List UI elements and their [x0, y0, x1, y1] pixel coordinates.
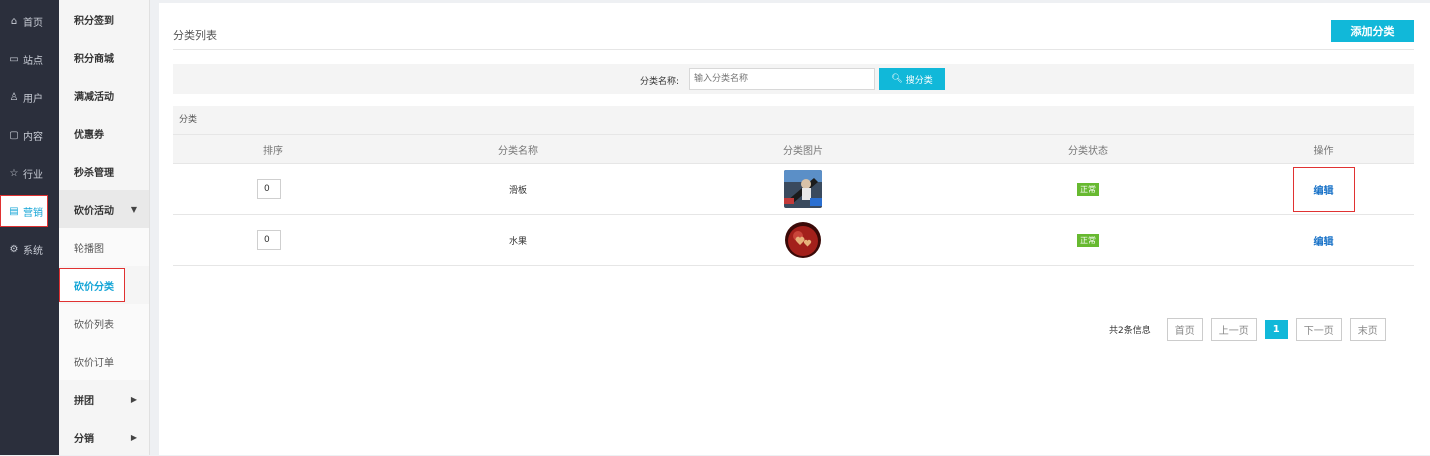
edit-link[interactable]: 编辑	[1314, 233, 1334, 248]
sub-item-label: 砍价分类	[74, 281, 114, 293]
main-panel: 分类列表 添加分类 分类名称: 🔍︎ 搜分类 分类 排序 分类名称 分类图片 分…	[159, 3, 1430, 455]
user-icon: ♙	[9, 91, 19, 103]
prev-page-button[interactable]: 上一页	[1210, 318, 1257, 341]
nav-item-label: 行业	[23, 169, 43, 181]
nav-item-label: 系统	[23, 245, 43, 257]
nav-item-label: 首页	[23, 17, 43, 29]
sub-item-points-mall[interactable]: 积分商城	[59, 38, 149, 76]
sub-item-label: 轮播图	[74, 243, 104, 255]
content-icon: ▢	[9, 129, 19, 141]
pagination: 共2条信息 首页 上一页 1 下一页 末页	[1109, 318, 1386, 341]
category-name: 水果	[508, 236, 527, 247]
sub-item-label: 砍价订单	[74, 357, 114, 369]
marketing-icon: ▤	[9, 205, 19, 217]
current-page[interactable]: 1	[1264, 320, 1288, 339]
caret-right-icon: ▶	[130, 432, 137, 442]
nav-item-user[interactable]: ♙ 用户	[0, 78, 59, 116]
sub-item-bargain-orders[interactable]: 砍价订单	[59, 342, 149, 380]
next-page-button[interactable]: 下一页	[1295, 318, 1342, 341]
nav-item-content[interactable]: ▢ 内容	[0, 116, 59, 154]
sub-item-label: 拼团	[74, 395, 94, 407]
sub-item-label: 秒杀管理	[74, 167, 114, 179]
category-table: 分类 排序 分类名称 分类图片 分类状态 操作 0 滑板 正常 编辑 0 水果 …	[173, 106, 1414, 266]
edit-highlight: 编辑	[1292, 166, 1355, 212]
edit-link[interactable]: 编辑	[1314, 186, 1334, 197]
apple-thumbnail	[785, 222, 821, 258]
sub-item-label: 砍价列表	[74, 319, 114, 331]
sub-item-flash-sale[interactable]: 秒杀管理	[59, 152, 149, 190]
column-header-name: 分类名称	[498, 145, 538, 157]
first-page-button[interactable]: 首页	[1166, 318, 1203, 341]
sort-input[interactable]: 0	[257, 230, 281, 250]
sub-item-carousel[interactable]: 轮播图	[59, 228, 149, 266]
table-caption: 分类	[173, 106, 1414, 135]
sub-item-points-checkin[interactable]: 积分签到	[59, 0, 149, 38]
sub-item-label: 满减活动	[74, 91, 114, 103]
sub-item-bargain-list[interactable]: 砍价列表	[59, 304, 149, 342]
sub-item-group-buy[interactable]: 拼团 ▶	[59, 380, 149, 418]
status-badge: 正常	[1077, 233, 1099, 247]
sort-input[interactable]: 0	[257, 179, 281, 199]
skateboard-thumbnail	[784, 170, 822, 208]
nav-item-site[interactable]: ▭ 站点	[0, 40, 59, 78]
nav-item-label: 内容	[23, 131, 43, 143]
sub-item-label: 积分签到	[74, 15, 114, 27]
add-category-button[interactable]: 添加分类	[1331, 20, 1414, 42]
nav-item-home[interactable]: ⌂ 首页	[0, 2, 59, 40]
table-header: 排序 分类名称 分类图片 分类状态 操作	[173, 135, 1414, 164]
nav-item-industry[interactable]: ☆ 行业	[0, 154, 59, 192]
column-header-image: 分类图片	[783, 145, 823, 157]
search-button-label: 搜分类	[905, 75, 933, 86]
caret-down-icon: ▼	[130, 204, 137, 214]
sub-item-label: 砍价活动	[74, 205, 114, 217]
sub-item-bargain-category[interactable]: 砍价分类	[59, 268, 125, 302]
search-icon: 🔍︎	[891, 74, 903, 84]
sub-item-coupon[interactable]: 优惠券	[59, 114, 149, 152]
pagination-summary: 共2条信息	[1109, 326, 1151, 336]
page-title: 分类列表	[173, 29, 217, 42]
nav-item-label: 用户	[23, 93, 43, 105]
column-header-status: 分类状态	[1068, 145, 1108, 157]
sub-item-distribution[interactable]: 分销 ▶	[59, 418, 149, 456]
category-name: 滑板	[508, 185, 527, 196]
search-button[interactable]: 🔍︎ 搜分类	[879, 68, 945, 90]
sub-item-discount-activity[interactable]: 满减活动	[59, 76, 149, 114]
nav-item-label: 站点	[23, 55, 43, 67]
sub-item-bargain-activity[interactable]: 砍价活动 ▼	[59, 190, 149, 228]
monitor-icon: ▭	[9, 53, 19, 65]
status-badge: 正常	[1077, 182, 1099, 196]
search-bar: 分类名称: 🔍︎ 搜分类	[173, 64, 1414, 94]
nav-item-marketing[interactable]: ▤ 营销	[0, 195, 48, 227]
caret-right-icon: ▶	[130, 394, 137, 404]
table-row: 0 水果 正常 编辑	[173, 215, 1414, 266]
table-row: 0 滑板 正常 编辑	[173, 164, 1414, 215]
nav-item-system[interactable]: ⚙ 系统	[0, 230, 59, 268]
star-icon: ☆	[9, 167, 19, 179]
search-label: 分类名称:	[640, 77, 680, 87]
secondary-sidebar: 积分签到 积分商城 满减活动 优惠券 秒杀管理 砍价活动 ▼ 轮播图 砍价分类 …	[59, 0, 150, 455]
sub-item-label: 优惠券	[74, 129, 104, 141]
search-input[interactable]	[689, 68, 875, 90]
sub-item-label: 积分商城	[74, 53, 114, 65]
divider	[173, 49, 1414, 50]
settings-icon: ⚙	[9, 243, 19, 255]
column-header-sort: 排序	[263, 145, 283, 157]
home-icon: ⌂	[10, 15, 18, 27]
last-page-button[interactable]: 末页	[1349, 318, 1386, 341]
primary-sidebar: ⌂ 首页 ▭ 站点 ♙ 用户 ▢ 内容 ☆ 行业 ▤ 营销 ⚙ 系统	[0, 0, 59, 455]
nav-item-label: 营销	[23, 207, 43, 219]
sub-item-label: 分销	[74, 433, 94, 445]
column-header-action: 操作	[1313, 145, 1334, 157]
